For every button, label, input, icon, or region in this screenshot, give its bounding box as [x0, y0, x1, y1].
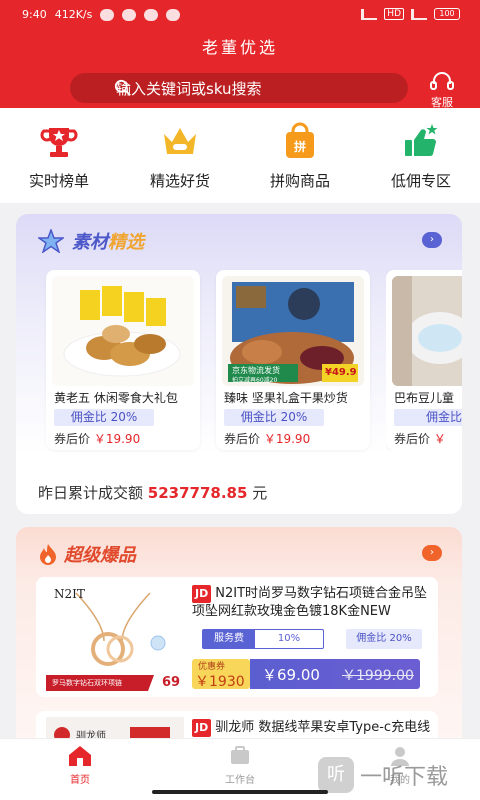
category-label: 精选好货 — [149, 172, 210, 190]
nav-home[interactable]: 首页 — [40, 745, 120, 786]
commission-rate-badge: 佣金比 20% — [54, 409, 154, 426]
current-price: ￥69.00 — [262, 666, 320, 684]
hot-product-card[interactable]: N2IT 罗马数字钻石双环项链 69 JD N2IT时尚罗马数字钻石项链合金吊坠项… — [36, 577, 438, 697]
super-hot-section: 超级爆品 › N2IT 罗马数字钻石双环项链 69 JD N2IT时尚罗马数字钻石… — [16, 527, 462, 757]
product-title: JD 驯龙师 数据线苹果安卓Type-c充电线 — [192, 719, 434, 737]
star-icon — [38, 229, 64, 253]
product-image: N2IT 罗马数字钻石双环项链 69 — [46, 583, 184, 691]
search-placeholder: 输入关键词或sku搜索 — [116, 79, 262, 98]
product-card[interactable]: 巴布豆儿童 佣金比 券后价 ￥ — [386, 270, 462, 450]
section-title: 素材精选 — [38, 228, 144, 254]
category-selected-goods[interactable]: 精选好货 — [125, 122, 235, 191]
product-image: 京东物流发货 拍立减再60减20 ¥49.9 — [222, 276, 364, 386]
customer-service-button[interactable]: 客服 — [424, 72, 460, 110]
nav-workbench[interactable]: 工作台 — [200, 745, 280, 786]
product-name: 臻味 坚果礼盒干果炒货 — [224, 391, 348, 405]
material-selection-section: 素材精选 › 黄老五 休闲零食大礼包 佣金比 20% 券后价 ￥19.90 京东… — [16, 214, 462, 514]
svg-text:拼: 拼 — [294, 139, 306, 154]
alarm-icon — [100, 8, 115, 21]
yesterday-turnover: 昨日累计成交额 5237778.85 元 — [38, 484, 268, 502]
image-price: 69 — [162, 675, 181, 690]
search-bar[interactable]: 输入关键词或sku搜索 — [70, 73, 408, 103]
image-brand: N2IT — [54, 587, 85, 601]
status-speed: 412K/s — [54, 8, 93, 21]
image-caption: 罗马数字钻石双环项链 — [52, 679, 122, 687]
category-low-commission[interactable]: 低佣专区 — [366, 122, 476, 191]
status-bar: 9:40 412K/s HD 100 — [0, 0, 480, 30]
more-arrow-button[interactable]: › — [422, 232, 442, 248]
app-header: 9:40 412K/s HD 100 老董优选 输入关键词或sku搜索 客服 — [0, 0, 480, 110]
product-name: 黄老五 休闲零食大礼包 — [54, 391, 178, 405]
watermark-text: 一听下载 — [360, 765, 449, 790]
section-title-part1: 素材 — [72, 232, 108, 253]
product-card[interactable]: 京东物流发货 拍立减再60减20 ¥49.9 臻味 坚果礼盒干果炒货 佣金比 2… — [216, 270, 370, 450]
price-bar: ￥69.00 ￥1999.00 — [250, 659, 420, 689]
watermark-logo: 听 — [318, 757, 354, 793]
category-group-buy[interactable]: 拼 拼购商品 — [245, 122, 355, 191]
commission-rate-badge: 佣金比 — [394, 409, 462, 426]
image-price-tag: ¥49.9 — [325, 367, 357, 378]
status-time: 9:40 — [22, 8, 47, 21]
commission-rate-badge: 佣金比 20% — [346, 629, 422, 649]
coupon-badge: 优惠券 ￥1930 — [192, 659, 250, 690]
commission-rate-badge: 佣金比 20% — [224, 409, 324, 426]
crown-icon — [164, 128, 196, 154]
flame-icon — [40, 544, 56, 565]
section-title: 超级爆品 — [38, 541, 136, 567]
app-icon — [166, 8, 181, 21]
section-title-part2: 精选 — [108, 232, 144, 253]
app-title: 老董优选 — [201, 38, 278, 57]
product-name: 巴布豆儿童 — [394, 391, 455, 405]
wechat-icon — [144, 8, 159, 21]
turnover-value: 5237778.85 — [147, 484, 248, 502]
product-image — [392, 276, 462, 386]
jd-badge: JD — [192, 585, 212, 603]
headset-icon — [430, 72, 454, 90]
product-card-clip: 巴布豆儿童 佣金比 券后价 ￥ — [386, 270, 462, 450]
coupon-price: 券后价 ￥19.90 — [224, 432, 311, 446]
more-arrow-button[interactable]: › — [422, 545, 442, 561]
notification-icon — [122, 8, 137, 21]
original-price: ￥1999.00 — [342, 668, 414, 684]
home-icon — [69, 746, 91, 766]
coupon-price: 券后价 ￥19.90 — [54, 432, 141, 446]
jd-badge: JD — [192, 719, 212, 737]
shopping-bag-icon: 拼 — [286, 122, 314, 158]
hd-icon: HD — [384, 8, 404, 20]
category-label: 低佣专区 — [390, 172, 451, 190]
service-fee: 服务费 10% — [202, 629, 324, 649]
thumbs-up-icon — [405, 124, 438, 157]
category-label: 实时榜单 — [28, 172, 89, 190]
product-image — [52, 276, 194, 386]
search-icon — [114, 79, 131, 96]
category-label: 拼购商品 — [269, 172, 330, 190]
wifi-icon — [411, 8, 427, 20]
image-sublabel: 拍立减再60减20 — [232, 377, 278, 384]
product-title: JD N2IT时尚罗马数字钻石项链合金吊坠项坠网红款玫瑰金色镀18K金NEW — [192, 585, 428, 619]
workbench-icon — [231, 746, 249, 764]
product-card[interactable]: 黄老五 休闲零食大礼包 佣金比 20% 券后价 ￥19.90 — [46, 270, 200, 450]
home-indicator[interactable] — [152, 790, 328, 794]
category-row: 实时榜单 精选好货 拼 拼购商品 低佣专区 — [0, 108, 480, 203]
coupon-price: 券后价 ￥ — [394, 432, 446, 446]
trophy-icon — [40, 128, 78, 157]
watermark: 听 一听下载 — [318, 754, 476, 796]
signal-icon — [361, 8, 378, 20]
battery-icon: 100 — [434, 8, 460, 20]
category-realtime-ranking[interactable]: 实时榜单 — [4, 122, 114, 191]
